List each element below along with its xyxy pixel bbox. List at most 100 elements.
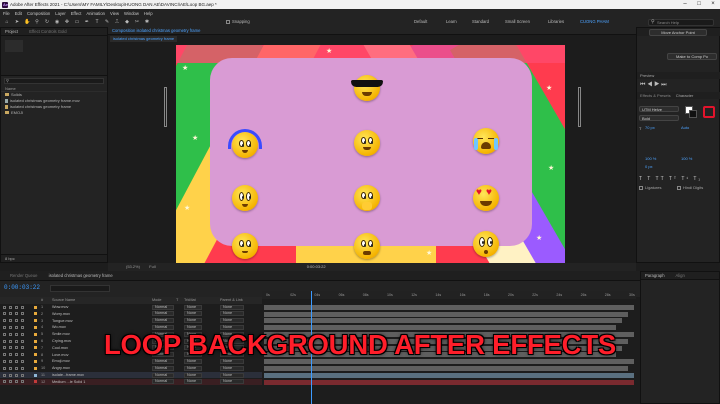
visibility-eye-icon[interactable] — [3, 325, 6, 329]
blend-mode-select[interactable]: Normal — [152, 372, 174, 378]
parent-select[interactable]: None — [220, 365, 244, 371]
visibility-eye-icon[interactable] — [3, 305, 6, 309]
workspace-libraries[interactable]: Libraries — [548, 19, 564, 25]
workspace-cuong-pham[interactable]: CUONG PHAM — [580, 19, 609, 25]
solo-toggle[interactable] — [15, 353, 18, 357]
solo-toggle[interactable] — [15, 319, 18, 323]
timeline-layer-row[interactable]: 3 Tongue.mov Normal None None — [0, 318, 262, 324]
timeline-timecode[interactable]: 0:00:03:22 — [4, 284, 40, 291]
layer-duration-bar[interactable] — [264, 365, 628, 371]
menu-edit[interactable]: Edit — [15, 11, 22, 16]
layer-name[interactable]: Worry.mov — [52, 311, 70, 317]
lock-toggle[interactable] — [21, 373, 24, 377]
layer-duration-bar[interactable] — [264, 304, 634, 310]
selection-tool-icon[interactable]: ➤ — [14, 19, 20, 25]
label-color-swatch[interactable] — [34, 339, 37, 343]
vertical-scale-value[interactable]: 100 % — [645, 156, 656, 161]
layer-name[interactable]: Tongue.mov — [52, 318, 73, 324]
tab-timeline-comp[interactable]: isolated christmas geometry frame — [49, 273, 113, 278]
audio-toggle[interactable] — [9, 359, 12, 363]
layer-duration-bar[interactable] — [264, 372, 634, 378]
layer-name[interactable]: isolate...frame.mov — [52, 372, 84, 378]
pan-behind-icon[interactable]: ✥ — [64, 19, 70, 25]
solo-toggle[interactable] — [15, 339, 18, 343]
ligatures-checkbox[interactable] — [639, 186, 643, 190]
workspace-default[interactable]: Default — [414, 19, 427, 25]
trkmat-select[interactable]: None — [184, 372, 202, 378]
lock-toggle[interactable] — [21, 366, 24, 370]
timeline-layer-row[interactable]: 10 Angry.mov Normal None None — [0, 365, 262, 371]
visibility-eye-icon[interactable] — [3, 359, 6, 363]
visibility-eye-icon[interactable] — [3, 353, 6, 357]
stamp-icon[interactable]: ⎍ — [114, 19, 120, 25]
font-size-value[interactable]: 70 px — [645, 125, 655, 130]
horizontal-scale-value[interactable]: 100 % — [681, 156, 692, 161]
composition-tab-label[interactable]: Composition isolated christmas geometry … — [112, 28, 200, 33]
parent-select[interactable]: None — [220, 379, 244, 385]
lock-toggle[interactable] — [21, 339, 24, 343]
menu-help[interactable]: Help — [144, 11, 153, 16]
menu-animation[interactable]: Animation — [86, 11, 105, 16]
hindi-digits-checkbox[interactable] — [677, 186, 681, 190]
workspace-learn[interactable]: Learn — [446, 19, 457, 25]
hand-icon[interactable]: ✋ — [24, 19, 30, 25]
viewer-timecode[interactable]: 0:00:03:22 — [307, 264, 326, 269]
solo-toggle[interactable] — [15, 305, 18, 309]
lock-toggle[interactable] — [21, 312, 24, 316]
label-color-swatch[interactable] — [34, 380, 37, 384]
lock-toggle[interactable] — [21, 305, 24, 309]
layer-name[interactable]: Wow.mov — [52, 304, 68, 310]
trkmat-select[interactable]: None — [184, 311, 202, 317]
workspace-standard[interactable]: Standard — [472, 19, 489, 25]
guide-handle[interactable] — [578, 87, 581, 127]
pen-icon[interactable]: ✒ — [84, 19, 90, 25]
minimize-button[interactable]: – — [678, 0, 692, 9]
menu-layer[interactable]: Layer — [55, 11, 65, 16]
audio-toggle[interactable] — [9, 339, 12, 343]
trkmat-select[interactable]: None — [184, 379, 202, 385]
layer-duration-bar[interactable] — [264, 318, 622, 324]
project-item[interactable]: EMOJI — [1, 110, 107, 116]
brush-icon[interactable]: ✎ — [104, 19, 110, 25]
timeline-layer-row[interactable]: 12 Medium ...le Solid 1 Normal None None — [0, 378, 262, 386]
close-button[interactable]: × — [706, 0, 720, 9]
label-color-swatch[interactable] — [34, 325, 37, 329]
blend-mode-select[interactable]: Normal — [152, 379, 174, 385]
audio-toggle[interactable] — [9, 380, 12, 384]
tab-paragraph[interactable]: Paragraph — [645, 273, 665, 278]
solo-toggle[interactable] — [15, 366, 18, 370]
label-color-swatch[interactable] — [34, 305, 37, 309]
visibility-eye-icon[interactable] — [3, 346, 6, 350]
audio-toggle[interactable] — [9, 319, 12, 323]
visibility-eye-icon[interactable] — [3, 380, 6, 384]
label-color-swatch[interactable] — [34, 373, 37, 377]
lock-toggle[interactable] — [21, 380, 24, 384]
font-style-select[interactable]: Bold — [639, 115, 679, 121]
visibility-eye-icon[interactable] — [3, 339, 6, 343]
visibility-eye-icon[interactable] — [3, 373, 6, 377]
timeline-layer-row[interactable]: 1 Wow.mov Normal None None — [0, 304, 262, 310]
menu-view[interactable]: View — [110, 11, 119, 16]
rotate-icon[interactable]: ↻ — [44, 19, 50, 25]
menu-window[interactable]: Window — [124, 11, 139, 16]
lock-toggle[interactable] — [21, 332, 24, 336]
visibility-eye-icon[interactable] — [3, 366, 6, 370]
parent-select[interactable]: None — [220, 304, 244, 310]
search-help-input[interactable]: ⚲ Search Help — [648, 19, 714, 26]
baseline-shift-value[interactable]: 0 px — [645, 164, 653, 169]
trkmat-select[interactable]: None — [184, 365, 202, 371]
tab-effect-controls[interactable]: Effect Controls Gold — [29, 29, 66, 34]
solo-toggle[interactable] — [15, 373, 18, 377]
blend-mode-select[interactable]: Normal — [152, 365, 174, 371]
solo-toggle[interactable] — [15, 325, 18, 329]
solo-toggle[interactable] — [15, 359, 18, 363]
visibility-eye-icon[interactable] — [3, 312, 6, 316]
label-color-swatch[interactable] — [34, 319, 37, 323]
resolution-select[interactable]: Full — [149, 264, 155, 269]
label-color-swatch[interactable] — [34, 359, 37, 363]
blend-mode-select[interactable]: Normal — [152, 311, 174, 317]
menu-effect[interactable]: Effect — [71, 11, 82, 16]
layer-duration-bar[interactable] — [264, 311, 628, 317]
audio-toggle[interactable] — [9, 325, 12, 329]
audio-toggle[interactable] — [9, 353, 12, 357]
